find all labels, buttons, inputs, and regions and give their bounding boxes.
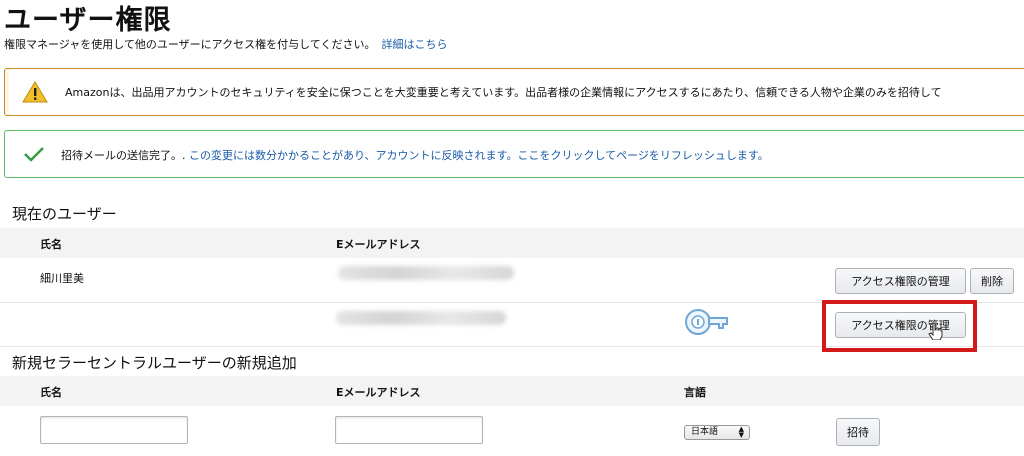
- new-col-name-header: 氏名: [40, 386, 62, 399]
- table-row: 細川里美 アクセス権限の管理 削除: [0, 258, 1024, 303]
- delete-button[interactable]: 削除: [970, 268, 1014, 294]
- new-user-title: 新規セラーセントラルユーザーの新規追加: [12, 354, 297, 372]
- new-email-input[interactable]: [335, 416, 483, 444]
- language-selected: 日本語: [691, 427, 719, 437]
- success-message: 招待メールの送信完了。.: [61, 149, 186, 162]
- email-redacted: [336, 311, 506, 325]
- subtitle-text: 権限マネージャを使用して他のユーザーにアクセス権を付与してください。: [4, 38, 376, 51]
- warning-alert: Amazonは、出品用アカウントのセキュリティを安全に保つことを大変重要と考えて…: [4, 68, 1024, 116]
- new-user-header: 氏名 Eメールアドレス 言語: [0, 376, 1024, 406]
- page-subtitle: 権限マネージャを使用して他のユーザーにアクセス権を付与してください。 詳細はこちら: [4, 36, 447, 52]
- new-col-email-header: Eメールアドレス: [336, 386, 421, 399]
- highlight-box: [822, 300, 977, 352]
- current-users-header: 氏名 Eメールアドレス: [0, 228, 1024, 258]
- current-users-title: 現在のユーザー: [12, 205, 117, 223]
- details-link[interactable]: 詳細はこちら: [381, 38, 447, 51]
- col-email-header: Eメールアドレス: [336, 238, 421, 251]
- success-alert: 招待メールの送信完了。. この変更には数分かかることがあり、アカウントに反映され…: [4, 130, 1024, 178]
- invite-button[interactable]: 招待: [836, 418, 880, 446]
- refresh-link[interactable]: この変更には数分かかることがあり、アカウントに反映されます。ここをクリックしてペ…: [189, 149, 769, 162]
- key-icon: [684, 308, 730, 340]
- warning-text: Amazonは、出品用アカウントのセキュリティを安全に保つことを大変重要と考えて…: [65, 86, 942, 99]
- col-name-header: 氏名: [40, 238, 62, 251]
- new-col-language-header: 言語: [684, 386, 706, 399]
- new-name-input[interactable]: [40, 416, 188, 444]
- warning-icon: [22, 81, 48, 107]
- user-name: 細川里美: [40, 272, 84, 285]
- success-text: 招待メールの送信完了。. この変更には数分かかることがあり、アカウントに反映され…: [61, 147, 769, 163]
- select-arrows-icon: ▲ ▼: [738, 425, 744, 439]
- language-select[interactable]: 日本語 ▲ ▼: [684, 425, 750, 440]
- checkmark-icon: [23, 145, 45, 167]
- manage-access-button[interactable]: アクセス権限の管理: [835, 268, 966, 294]
- page-title: ユーザー権限: [4, 5, 172, 36]
- email-redacted: [338, 266, 514, 280]
